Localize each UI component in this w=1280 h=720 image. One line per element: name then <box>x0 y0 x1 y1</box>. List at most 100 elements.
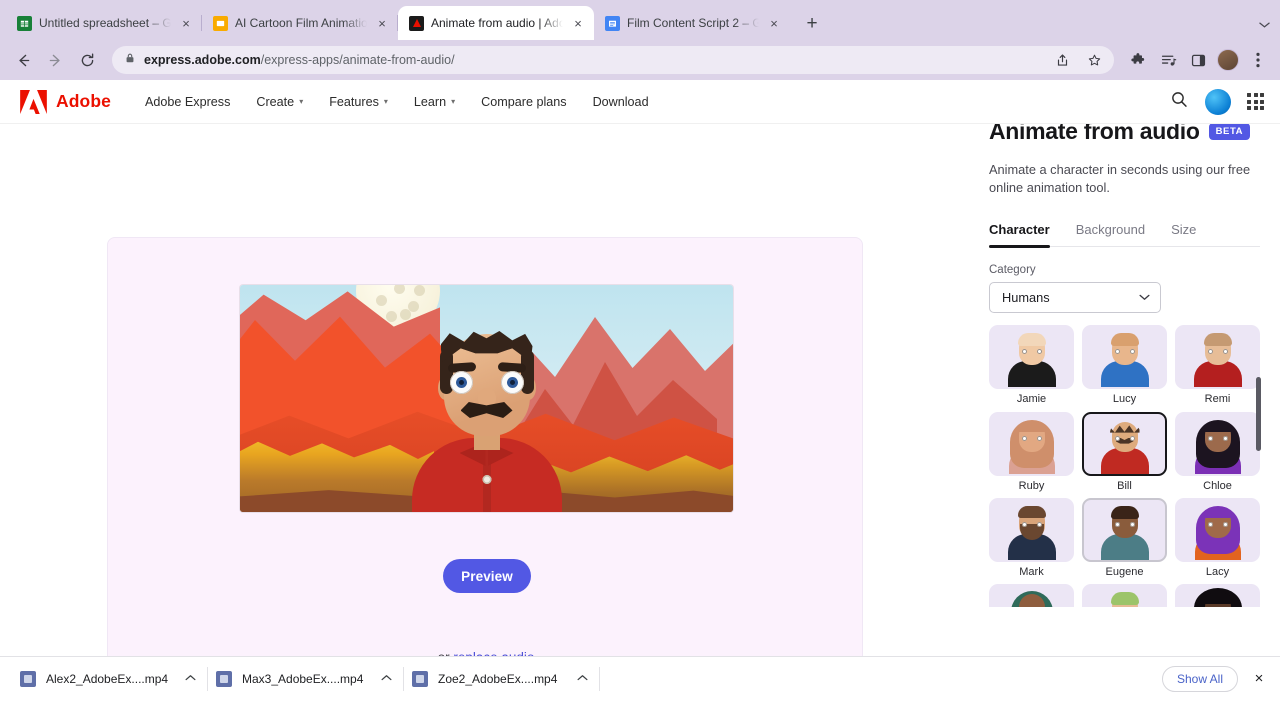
character-grid: Jamie Lucy Remi Ruby Bill Chloe Mark Eugene Lacy <box>989 325 1261 608</box>
bookmark-star-icon[interactable] <box>1080 46 1108 74</box>
browser-menu-icon[interactable] <box>1244 46 1272 74</box>
character-option-9[interactable] <box>989 584 1074 608</box>
nav-item-compare-plans[interactable]: Compare plans <box>481 95 566 109</box>
address-bar[interactable]: express.adobe.com/express-apps/animate-f… <box>112 46 1114 74</box>
tab-size[interactable]: Size <box>1171 222 1196 246</box>
nav-item-features[interactable]: Features ▾ <box>329 95 388 109</box>
chevron-down-icon: ▾ <box>383 96 388 106</box>
search-icon[interactable] <box>1170 90 1189 114</box>
page-body: Preview or replace audio Enhance speech … <box>0 124 1280 700</box>
browser-tab-3-active[interactable]: Animate from audio | Adobe E × <box>398 6 594 40</box>
character-thumbnail <box>989 325 1074 390</box>
adobe-icon <box>409 15 424 31</box>
character-option-mark[interactable]: Mark <box>989 497 1074 579</box>
reload-icon[interactable] <box>72 45 102 75</box>
download-filename: Alex2_AdobeEx....mp4 <box>46 671 169 686</box>
character-thumbnail <box>989 411 1074 476</box>
panel-header: Animate from audio BETA <box>989 124 1260 150</box>
category-select[interactable]: Humans <box>989 282 1161 314</box>
panel-subtitle: Animate a character in seconds using our… <box>989 162 1251 195</box>
download-item-3[interactable]: Zoe2_AdobeEx....mp4 <box>404 663 600 695</box>
character-option-ruby[interactable]: Ruby <box>989 411 1074 493</box>
character-name: Ruby <box>1018 479 1045 492</box>
tab-character[interactable]: Character <box>989 222 1050 248</box>
tab-title: Film Content Script 2 – Google <box>627 16 759 30</box>
animation-preview-video[interactable] <box>240 285 733 512</box>
tab-close-icon[interactable]: × <box>570 15 586 31</box>
character-thumbnail <box>1082 411 1167 476</box>
character-option-eugene[interactable]: Eugene <box>1082 497 1167 579</box>
character-option-10[interactable] <box>1082 584 1167 608</box>
download-item-1[interactable]: Alex2_AdobeEx....mp4 <box>12 663 208 695</box>
nav-item-learn[interactable]: Learn ▾ <box>414 95 455 109</box>
download-item-2[interactable]: Max3_AdobeEx....mp4 <box>208 663 404 695</box>
character-option-11[interactable] <box>1175 584 1260 608</box>
browser-tab-2[interactable]: AI Cartoon Film Animation – Go × <box>202 6 398 40</box>
close-downloads-bar-icon[interactable]: × <box>1250 670 1268 687</box>
url-text: express.adobe.com/express-apps/animate-f… <box>144 53 455 67</box>
nav-item-create[interactable]: Create ▾ <box>256 95 303 109</box>
character-option-remi[interactable]: Remi <box>1175 325 1260 406</box>
tab-title: Animate from audio | Adobe E <box>431 16 563 30</box>
character-name: Chloe <box>1203 479 1232 492</box>
extensions-icon[interactable] <box>1124 46 1152 74</box>
panel-scrollbar[interactable] <box>1256 377 1261 452</box>
sheets-icon <box>17 15 32 31</box>
character-name: Jamie <box>1016 393 1047 406</box>
back-icon[interactable] <box>8 45 38 75</box>
docs-icon <box>605 15 620 31</box>
url-host: express.adobe.com <box>144 53 261 67</box>
character-thumbnail <box>1082 325 1167 390</box>
chevron-up-icon[interactable] <box>381 673 392 684</box>
browser-chrome: Untitled spreadsheet – Google × AI Carto… <box>0 0 1280 80</box>
chevron-down-icon <box>1139 293 1150 303</box>
browser-tab-4[interactable]: Film Content Script 2 – Google × <box>594 6 790 40</box>
downloads-bar: Alex2_AdobeEx....mp4 Max3_AdobeEx....mp4… <box>0 656 1280 700</box>
nav-item-adobe-express[interactable]: Adobe Express <box>145 95 230 109</box>
character-option-jamie[interactable]: Jamie <box>989 325 1074 406</box>
character-thumbnail <box>989 497 1074 562</box>
page-title: Animate from audio <box>989 124 1200 144</box>
url-path: /express-apps/animate-from-audio/ <box>260 53 455 67</box>
tab-background[interactable]: Background <box>1076 222 1145 246</box>
character-name: Mark <box>1019 565 1044 578</box>
adobe-brand-text: Adobe <box>56 91 111 111</box>
character-option-chloe[interactable]: Chloe <box>1175 411 1260 493</box>
header-actions <box>1170 88 1264 115</box>
video-file-icon <box>20 670 36 687</box>
show-all-downloads-button[interactable]: Show All <box>1161 665 1238 692</box>
adobe-logo-icon <box>20 89 47 114</box>
character-option-bill[interactable]: Bill <box>1082 411 1167 493</box>
forward-icon[interactable] <box>40 45 70 75</box>
main-nav: Adobe Express Create ▾ Features ▾ Learn … <box>145 95 649 109</box>
window-controls-chevron-icon[interactable] <box>1259 18 1270 32</box>
tab-close-icon[interactable]: × <box>178 15 194 31</box>
share-icon[interactable] <box>1048 46 1076 74</box>
character-thumbnail <box>1082 584 1167 608</box>
account-avatar[interactable] <box>1205 88 1231 115</box>
app-grid-icon[interactable] <box>1247 93 1264 110</box>
character-option-lucy[interactable]: Lucy <box>1082 325 1167 406</box>
character-thumbnail <box>1175 325 1260 390</box>
tab-title: AI Cartoon Film Animation – Go <box>235 16 367 30</box>
adobe-site-header: Adobe Adobe Express Create ▾ Features ▾ … <box>0 80 1280 124</box>
preview-button[interactable]: Preview <box>443 559 531 593</box>
character-thumbnail <box>1082 497 1167 562</box>
character-option-lacy[interactable]: Lacy <box>1175 497 1260 579</box>
browser-tab-1[interactable]: Untitled spreadsheet – Google × <box>6 6 202 40</box>
character-name: Lacy <box>1205 565 1230 578</box>
tab-close-icon[interactable]: × <box>374 15 390 31</box>
side-panel-icon[interactable] <box>1184 46 1212 74</box>
animation-workspace-card: Preview or replace audio Enhance speech <box>107 237 863 700</box>
preview-character-bill <box>411 327 562 512</box>
new-tab-button[interactable]: + <box>798 9 826 37</box>
chevron-up-icon[interactable] <box>577 673 588 684</box>
reading-list-icon[interactable] <box>1154 46 1182 74</box>
profile-avatar[interactable] <box>1214 46 1242 74</box>
character-grid-scroll[interactable]: Jamie Lucy Remi Ruby Bill Chloe Mark Eugene Lacy <box>989 325 1261 608</box>
tab-close-icon[interactable]: × <box>766 15 782 31</box>
nav-item-download[interactable]: Download <box>593 95 649 109</box>
adobe-logo[interactable]: Adobe <box>20 89 111 114</box>
chevron-up-icon[interactable] <box>185 673 196 684</box>
nav-label: Download <box>592 94 649 109</box>
